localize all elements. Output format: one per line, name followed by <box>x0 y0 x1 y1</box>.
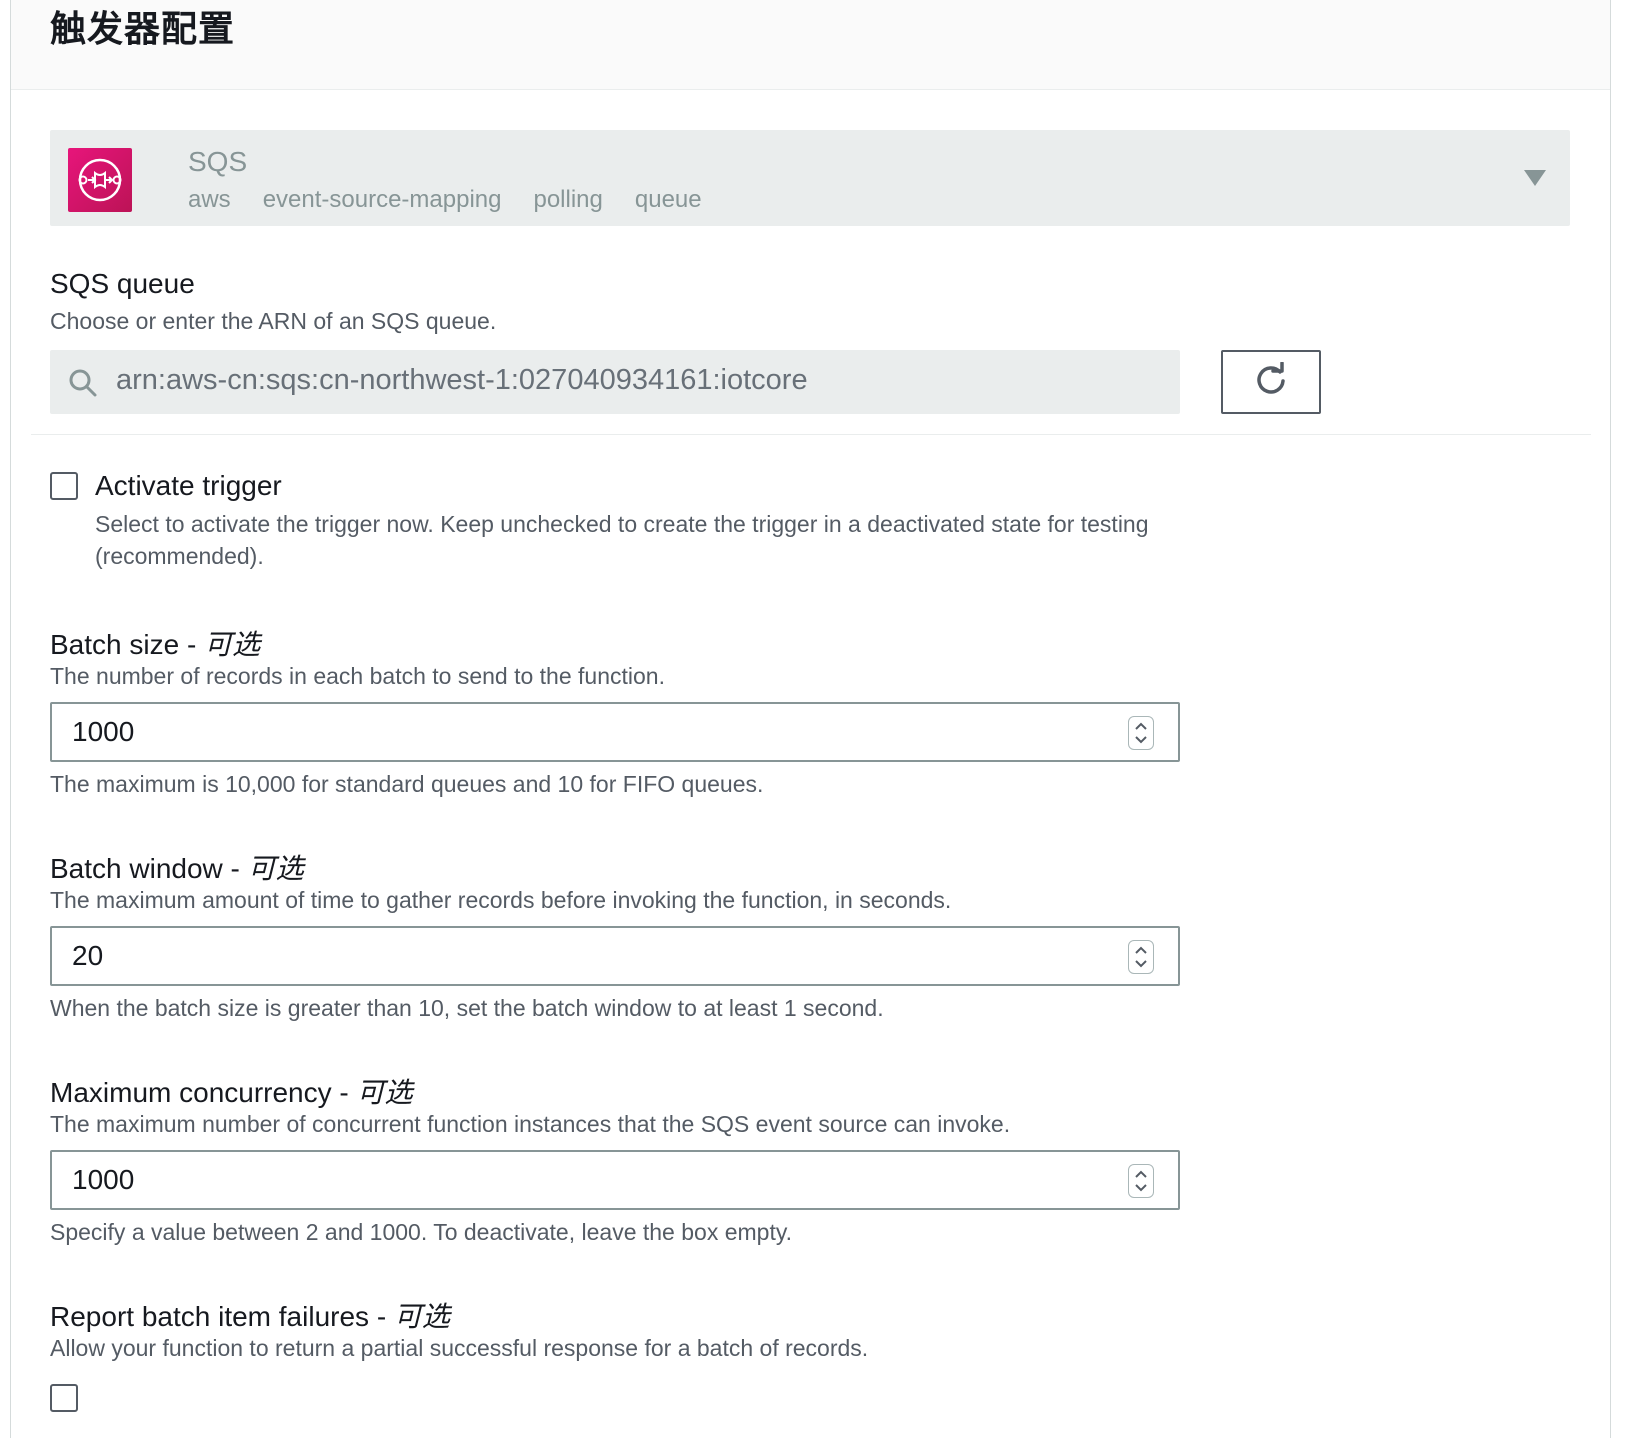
max-concurrency-label-text: Maximum concurrency - <box>50 1077 357 1108</box>
batch-window-value: 20 <box>72 940 104 971</box>
source-name: SQS <box>188 146 248 177</box>
refresh-button[interactable] <box>1221 350 1321 414</box>
panel-title: 触发器配置 <box>50 9 236 50</box>
source-tag: event-source-mapping <box>262 186 502 213</box>
panel-header: 触发器配置 <box>11 0 1610 90</box>
sqs-queue-description: Choose or enter the ARN of an SQS queue. <box>50 308 497 334</box>
batch-window-hint: When the batch size is greater than 10, … <box>50 995 884 1021</box>
report-failures-label-text: Report batch item failures - <box>50 1301 394 1332</box>
search-icon <box>68 368 98 403</box>
activate-trigger-checkbox[interactable] <box>50 472 78 500</box>
number-stepper[interactable] <box>1128 716 1154 750</box>
trigger-config-panel: 触发器配置 SQS aws event-source-mapping polli… <box>10 0 1611 1438</box>
report-failures-description: Allow your function to return a partial … <box>50 1335 869 1361</box>
batch-window-input[interactable]: 20 <box>50 926 1180 986</box>
sqs-queue-value: arn:aws-cn:sqs:cn-northwest-1:0270409341… <box>116 364 808 396</box>
max-concurrency-description: The maximum number of concurrent functio… <box>50 1111 1011 1137</box>
batch-window-description: The maximum amount of time to gather rec… <box>50 887 952 913</box>
caret-down-icon <box>1524 170 1546 186</box>
report-failures-checkbox[interactable] <box>50 1384 78 1412</box>
activate-trigger-label: Activate trigger <box>95 470 282 501</box>
max-concurrency-value: 1000 <box>72 1164 135 1195</box>
optional-tag: 可选 <box>356 1076 413 1109</box>
sqs-queue-label: SQS queue <box>50 268 195 299</box>
max-concurrency-hint: Specify a value between 2 and 1000. To d… <box>50 1219 793 1245</box>
batch-size-hint: The maximum is 10,000 for standard queue… <box>50 771 764 797</box>
optional-tag: 可选 <box>393 1300 450 1333</box>
batch-size-description: The number of records in each batch to s… <box>50 663 665 689</box>
sqs-service-icon <box>68 148 132 212</box>
batch-size-label-text: Batch size - <box>50 629 205 660</box>
optional-tag: 可选 <box>204 628 261 661</box>
sqs-queue-input[interactable]: arn:aws-cn:sqs:cn-northwest-1:0270409341… <box>50 350 1180 414</box>
source-tag: aws <box>188 186 231 213</box>
report-failures-label: Report batch item failures - 可选 <box>50 1295 450 1335</box>
batch-size-label: Batch size - 可选 <box>50 623 260 663</box>
optional-tag: 可选 <box>247 852 304 885</box>
refresh-icon <box>1253 360 1289 403</box>
batch-window-label: Batch window - 可选 <box>50 847 304 887</box>
batch-window-label-text: Batch window - <box>50 853 248 884</box>
max-concurrency-label: Maximum concurrency - 可选 <box>50 1071 413 1111</box>
divider <box>31 434 1591 435</box>
activate-trigger-description: Select to activate the trigger now. Keep… <box>95 511 1149 569</box>
number-stepper[interactable] <box>1128 940 1154 974</box>
number-stepper[interactable] <box>1128 1164 1154 1198</box>
source-tag: polling <box>533 186 603 213</box>
source-tags: aws event-source-mapping polling queue <box>188 186 734 214</box>
source-tag: queue <box>634 186 702 213</box>
batch-size-value: 1000 <box>72 716 135 747</box>
trigger-source-select[interactable]: SQS aws event-source-mapping polling que… <box>50 130 1570 226</box>
max-concurrency-input[interactable]: 1000 <box>50 1150 1180 1210</box>
batch-size-input[interactable]: 1000 <box>50 702 1180 762</box>
